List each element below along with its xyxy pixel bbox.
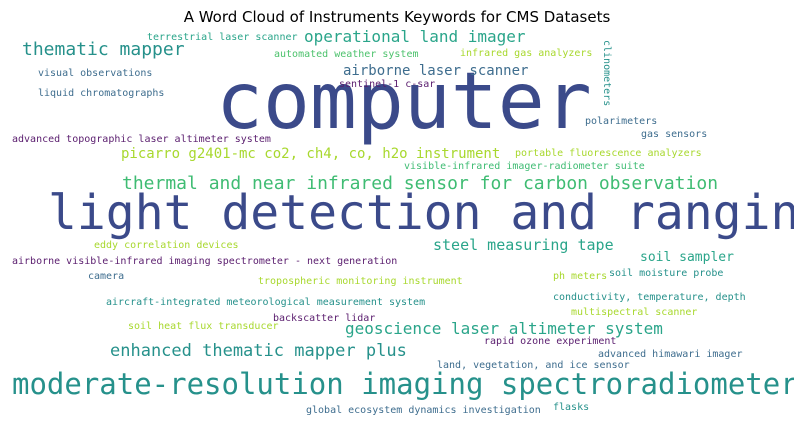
word-label: visual observations [38,68,152,79]
word-label: tropospheric monitoring instrument [258,276,463,287]
word-label: soil heat flux transducer [128,321,279,332]
word-label: soil moisture probe [609,268,723,279]
word-label: land, vegetation, and ice sensor [437,360,630,371]
word-label: airborne visible-infrared imaging spectr… [12,256,397,267]
word-cloud: computerlight detection and rangingmoder… [12,27,794,416]
word-label: clinometers [601,40,612,106]
word-label: infrared gas analyzers [460,48,592,59]
word-label: advanced topographic laser altimeter sys… [12,134,271,145]
word-label: sentinel-1 c-sar [339,79,435,90]
word-label: global ecosystem dynamics investigation [306,405,541,416]
word-label: portable fluorescence analyzers [515,148,702,159]
word-label: steel measuring tape [433,236,614,254]
word-cloud-figure: A Word Cloud of Instruments Keywords for… [0,0,794,427]
word-label: picarro g2401-mc co2, ch4, co, h2o instr… [121,146,500,162]
word-label: advanced himawari imager [598,349,743,360]
word-label: automated weather system [274,49,419,60]
word-label: conductivity, temperature, depth [553,292,746,303]
word-label: soil sampler [640,250,734,265]
word-label: operational land imager [304,27,526,46]
word-label: enhanced thematic mapper plus [110,341,407,361]
word-label: airborne laser scanner [343,63,528,79]
word-label: aircraft-integrated meteorological measu… [106,297,425,308]
word-label: flasks [553,402,589,413]
word-label: backscatter lidar [273,313,375,324]
word-label: rapid ozone experiment [484,336,616,347]
word-label: moderate-resolution imaging spectroradio… [12,367,794,401]
word-label: visible-infrared imager-radiometer suite [404,161,645,172]
word-label: liquid chromatographs [38,88,164,99]
word-label: polarimeters [585,116,657,127]
word-label: camera [88,271,124,282]
word-label: ph meters [553,271,607,282]
word-label: gas sensors [641,129,707,140]
word-label: multispectral scanner [571,307,697,318]
word-label: terrestrial laser scanner [147,32,298,43]
word-label: eddy correlation devices [94,240,239,251]
word-label: thermal and near infrared sensor for car… [122,173,718,194]
